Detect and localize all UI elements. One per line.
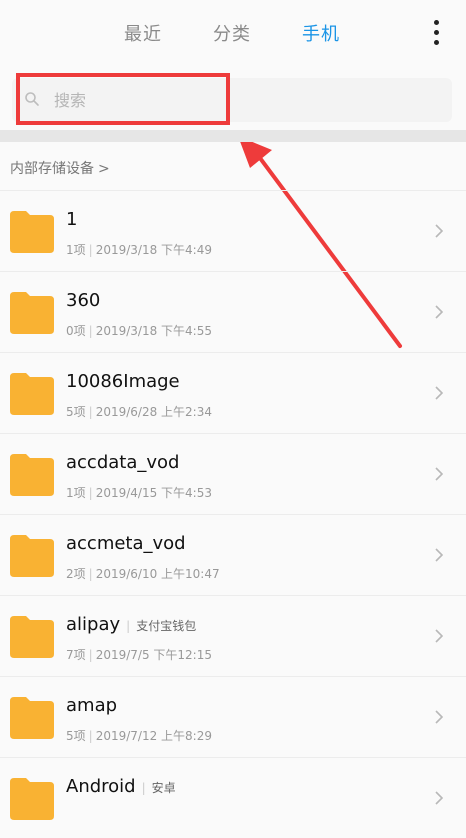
meta-separator: | — [88, 243, 93, 257]
file-name: Android — [66, 776, 136, 797]
section-divider — [0, 130, 466, 142]
file-name: amap — [66, 695, 118, 716]
file-list: 1 1项 | 2019/3/18 下午4:49 360 0项 | 2019/3/18 下… — [0, 190, 466, 838]
chevron-right-icon — [435, 548, 444, 562]
tag-separator: | — [141, 781, 146, 795]
file-name: accdata_vod — [66, 452, 180, 473]
search-input[interactable] — [12, 78, 452, 122]
file-name: 360 — [66, 290, 101, 311]
file-row[interactable]: Android | 安卓 — [0, 757, 466, 838]
file-count: 7项 — [66, 648, 86, 662]
file-row[interactable]: amap 5项 | 2019/7/12 上午8:29 — [0, 676, 466, 757]
chevron-right-icon — [435, 629, 444, 643]
folder-icon — [10, 535, 54, 577]
chevron-right-icon — [435, 386, 444, 400]
folder-icon — [10, 697, 54, 739]
file-row[interactable]: alipay | 支付宝钱包 7项 | 2019/7/5 下午12:15 — [0, 595, 466, 676]
tab-phone[interactable]: 手机 — [302, 20, 340, 46]
top-bar: 最近 分类 手机 — [0, 0, 466, 66]
file-date: 2019/3/18 下午4:55 — [95, 324, 212, 338]
file-count: 5项 — [66, 405, 86, 419]
meta-separator: | — [88, 567, 93, 581]
file-count: 1项 — [66, 486, 86, 500]
tab-recent[interactable]: 最近 — [124, 20, 162, 46]
file-tag: | 支付宝钱包 — [126, 619, 196, 633]
chevron-right-icon — [435, 467, 444, 481]
search-bar — [12, 78, 452, 122]
file-name: 1 — [66, 209, 78, 230]
meta-separator: | — [88, 486, 93, 500]
file-date: 2019/7/5 下午12:15 — [95, 648, 212, 662]
chevron-right-icon — [435, 224, 444, 238]
file-tag-label: 支付宝钱包 — [136, 619, 197, 633]
folder-icon — [10, 616, 54, 658]
file-row[interactable]: 10086Image 5项 | 2019/6/28 上午2:34 — [0, 352, 466, 433]
file-row[interactable]: accdata_vod 1项 | 2019/4/15 下午4:53 — [0, 433, 466, 514]
file-count: 2项 — [66, 567, 86, 581]
file-tag-label: 安卓 — [151, 781, 176, 795]
file-name: alipay — [66, 614, 121, 635]
breadcrumb[interactable]: 内部存储设备 > — [10, 158, 110, 178]
file-date: 2019/6/28 上午2:34 — [95, 405, 212, 419]
chevron-right-icon — [435, 305, 444, 319]
folder-icon — [10, 211, 54, 253]
file-row[interactable]: 1 1项 | 2019/3/18 下午4:49 — [0, 190, 466, 271]
file-date: 2019/7/12 上午8:29 — [95, 729, 212, 743]
file-count: 0项 — [66, 324, 86, 338]
file-date: 2019/6/10 上午10:47 — [95, 567, 220, 581]
file-date: 2019/4/15 下午4:53 — [95, 486, 212, 500]
chevron-right-icon — [435, 791, 444, 805]
file-date: 2019/3/18 下午4:49 — [95, 243, 212, 257]
folder-icon — [10, 778, 54, 820]
meta-separator: | — [88, 324, 93, 338]
chevron-right-icon — [435, 710, 444, 724]
folder-icon — [10, 454, 54, 496]
breadcrumb-label: 内部存储设备 — [10, 161, 94, 177]
meta-separator: | — [88, 729, 93, 743]
tag-separator: | — [126, 619, 131, 633]
breadcrumb-chevron-icon: > — [98, 161, 110, 177]
file-name: accmeta_vod — [66, 533, 186, 554]
more-vertical-icon[interactable] — [432, 20, 440, 46]
file-tag: | 安卓 — [142, 781, 176, 795]
tab-category[interactable]: 分类 — [213, 20, 251, 46]
file-count: 5项 — [66, 729, 86, 743]
file-row[interactable]: 360 0项 | 2019/3/18 下午4:55 — [0, 271, 466, 352]
file-count: 1项 — [66, 243, 86, 257]
folder-icon — [10, 292, 54, 334]
folder-icon — [10, 373, 54, 415]
file-row[interactable]: accmeta_vod 2项 | 2019/6/10 上午10:47 — [0, 514, 466, 595]
meta-separator: | — [88, 405, 93, 419]
file-name: 10086Image — [66, 371, 180, 392]
meta-separator: | — [88, 648, 93, 662]
